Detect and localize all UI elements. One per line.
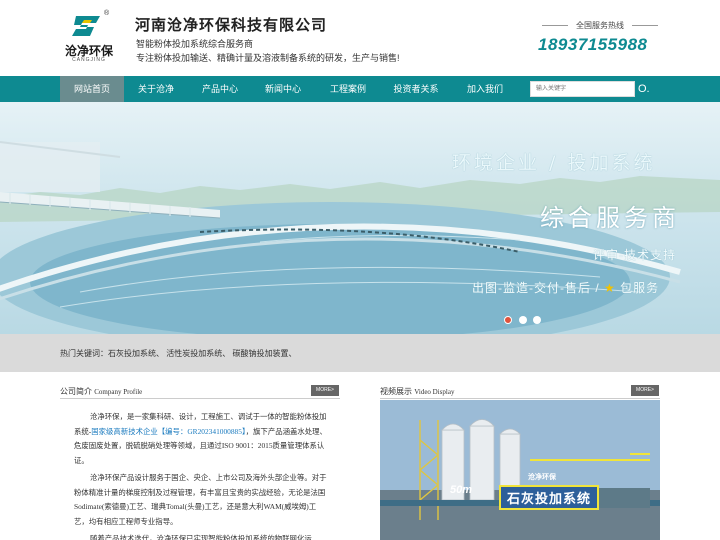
video-title-cn: 视频展示 bbox=[380, 387, 412, 396]
video-section-title: 视频展示 Video Display bbox=[380, 386, 454, 397]
hi-tech-enterprise-link[interactable]: 国家级高新技术企业【编号：GR202341000885】 bbox=[91, 427, 245, 436]
profile-paragraph-1: 沧净环保，是一家集科研、设计，工程施工、调试于一体的智能粉体投加系统-国家级高新… bbox=[74, 410, 330, 468]
tagline-secondary: 专注粉体投加输送、精确计量及溶液制备系统的研发，生产与销售! bbox=[136, 53, 400, 63]
video-thumbnail-illustration bbox=[380, 400, 660, 540]
video-divider bbox=[380, 398, 660, 399]
hot-keywords-text[interactable]: 热门关键词：石灰投加系统、 活性炭投加系统、 碳酸钠投加装置、 bbox=[60, 348, 296, 359]
video-title-en: Video Display bbox=[414, 388, 455, 396]
banner-service-line: 评审-技术支持 bbox=[593, 248, 676, 262]
nav-item-investors[interactable]: 投资者关系 bbox=[386, 76, 446, 102]
company-profile-text: 沧净环保，是一家集科研、设计，工程施工、调试于一体的智能粉体投加系统-国家级高新… bbox=[74, 410, 330, 540]
profile-paragraph-3: 随着产品技术迭代，沧净环保已实现智能粉体投加系统的物联网化运 bbox=[90, 534, 312, 540]
nav-item-products[interactable]: 产品中心 bbox=[190, 76, 250, 102]
video-height-label: 50m bbox=[450, 484, 473, 496]
profile-section-title: 公司简介 Company Profile bbox=[60, 386, 142, 397]
search-input[interactable] bbox=[530, 81, 635, 97]
nav-item-news[interactable]: 新闻中心 bbox=[253, 76, 313, 102]
hotline-divider-right bbox=[632, 25, 658, 26]
tagline-primary: 智能粉体投加系统综合服务商 bbox=[136, 39, 254, 49]
video-player[interactable]: 50m 沧净环保 石灰投加系统 bbox=[380, 400, 660, 540]
site-header: 沧净环保 CANGJING ® 河南沧净环保科技有限公司 智能粉体投加系统综合服… bbox=[0, 0, 720, 76]
page: 沧净环保 CANGJING ® 河南沧净环保科技有限公司 智能粉体投加系统综合服… bbox=[0, 0, 720, 540]
slide-dot-3[interactable] bbox=[533, 316, 541, 324]
slide-dot-1[interactable] bbox=[504, 316, 512, 324]
video-more-button[interactable]: MORE> bbox=[631, 385, 659, 396]
nav-item-cases[interactable]: 工程案例 bbox=[317, 76, 379, 102]
logo-subtext: CANGJING bbox=[72, 57, 106, 63]
banner-process-suffix: 包服务 bbox=[615, 281, 660, 295]
banner-process-line: 出图-监造-交付-售后 / ★ 包服务 bbox=[472, 279, 659, 296]
nav-item-home[interactable]: 网站首页 bbox=[60, 76, 124, 102]
banner-process-text: 出图-监造-交付-售后 / bbox=[472, 281, 604, 295]
hot-keywords-bar: 热门关键词：石灰投加系统、 活性炭投加系统、 碳酸钠投加装置、 bbox=[0, 334, 720, 372]
nav-item-join[interactable]: 加入我们 bbox=[455, 76, 515, 102]
star-icon: ★ bbox=[604, 281, 616, 295]
banner-headline: 环境企业 / 投加系统 bbox=[452, 152, 656, 174]
nav-item-about[interactable]: 关于沧净 bbox=[126, 76, 186, 102]
logo[interactable]: 沧净环保 CANGJING bbox=[60, 12, 118, 64]
profile-title-en: Company Profile bbox=[94, 388, 143, 396]
company-name: 河南沧净环保科技有限公司 bbox=[135, 17, 328, 34]
video-brand-label: 沧净环保 bbox=[528, 474, 556, 481]
logo-mark-icon bbox=[72, 16, 100, 36]
video-caption: 石灰投加系统 bbox=[499, 485, 600, 510]
profile-divider bbox=[60, 398, 340, 399]
slide-dot-2[interactable] bbox=[519, 316, 527, 324]
hero-banner: 环境企业 / 投加系统 综合服务商 评审-技术支持 出图-监造-交付-售后 / … bbox=[0, 102, 720, 334]
profile-paragraph-2: 沧净环保产品设计服务于国企、央企、上市公司及海外头部企业等。对于粉体精准计量的梯… bbox=[74, 473, 327, 526]
registered-mark: ® bbox=[104, 10, 110, 17]
search-button[interactable]: O. bbox=[638, 80, 654, 98]
profile-more-button[interactable]: MORE> bbox=[311, 385, 339, 396]
hotline-number[interactable]: 18937155988 bbox=[538, 35, 648, 55]
banner-subheadline: 综合服务商 bbox=[540, 204, 680, 232]
profile-title-cn: 公司简介 bbox=[60, 387, 92, 396]
